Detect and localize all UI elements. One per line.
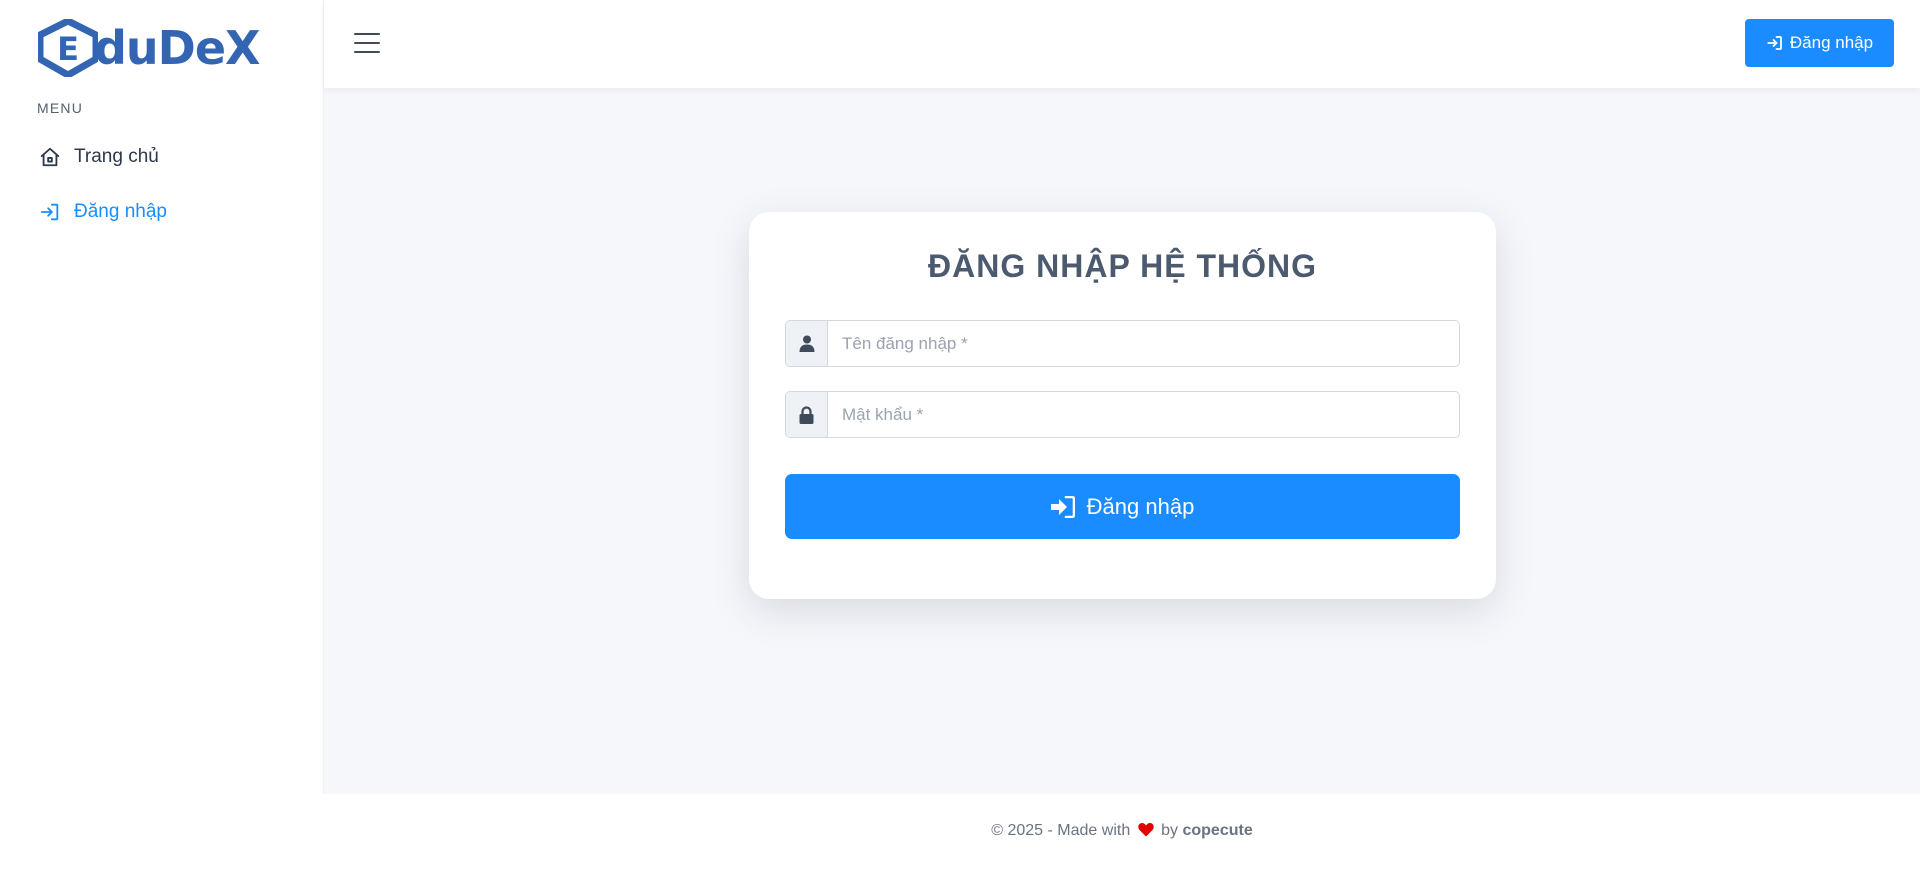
eduDeX-logo-icon: E (38, 19, 98, 77)
sidebar-item-label: Trang chủ (74, 146, 159, 167)
footer-by: by (1161, 822, 1179, 839)
password-input[interactable] (828, 392, 1459, 437)
brand-name: duDeX (94, 21, 261, 75)
user-icon (786, 321, 828, 366)
footer-prefix: © 2025 - Made with (991, 822, 1131, 839)
footer: © 2025 - Made with by copecute (324, 794, 1920, 869)
main-content: ĐĂNG NHẬP HỆ THỐNG Tên đăng nhập * Đăng … (324, 88, 1920, 794)
header-login-label: Đăng nhập (1789, 33, 1874, 52)
login-submit-button[interactable]: Đăng nhập (785, 474, 1460, 539)
login-submit-label: Đăng nhập (1086, 493, 1195, 519)
sign-in-icon (1050, 495, 1075, 518)
menu-heading: MENU (37, 100, 84, 116)
sign-in-icon (38, 200, 62, 224)
heart-icon (1137, 822, 1154, 842)
top-header: Đăng nhập (324, 0, 1920, 88)
password-input-group (785, 391, 1460, 438)
footer-text: © 2025 - Made with by copecute (324, 822, 1920, 842)
header-login-button[interactable]: Đăng nhập (1745, 19, 1894, 67)
login-card: ĐĂNG NHẬP HỆ THỐNG Tên đăng nhập * Đăng … (749, 212, 1496, 599)
sidebar-item-label: Đăng nhập (74, 201, 167, 222)
sidebar-item-login[interactable]: Đăng nhập (38, 197, 167, 227)
username-input[interactable] (828, 321, 1459, 366)
footer-author[interactable]: copecute (1182, 822, 1252, 839)
brand-logo[interactable]: E duDeX (38, 18, 261, 78)
home-icon (38, 145, 62, 169)
lock-icon (786, 392, 828, 437)
username-input-group (785, 320, 1460, 367)
sidebar-item-home[interactable]: Trang chủ (38, 142, 159, 172)
sign-in-icon (1767, 36, 1782, 50)
hamburger-icon[interactable] (354, 31, 380, 55)
login-title: ĐĂNG NHẬP HỆ THỐNG (928, 248, 1317, 284)
logo-letter: E (57, 30, 79, 68)
sidebar: E duDeX MENU Trang chủ Đăng nhập (0, 0, 324, 794)
